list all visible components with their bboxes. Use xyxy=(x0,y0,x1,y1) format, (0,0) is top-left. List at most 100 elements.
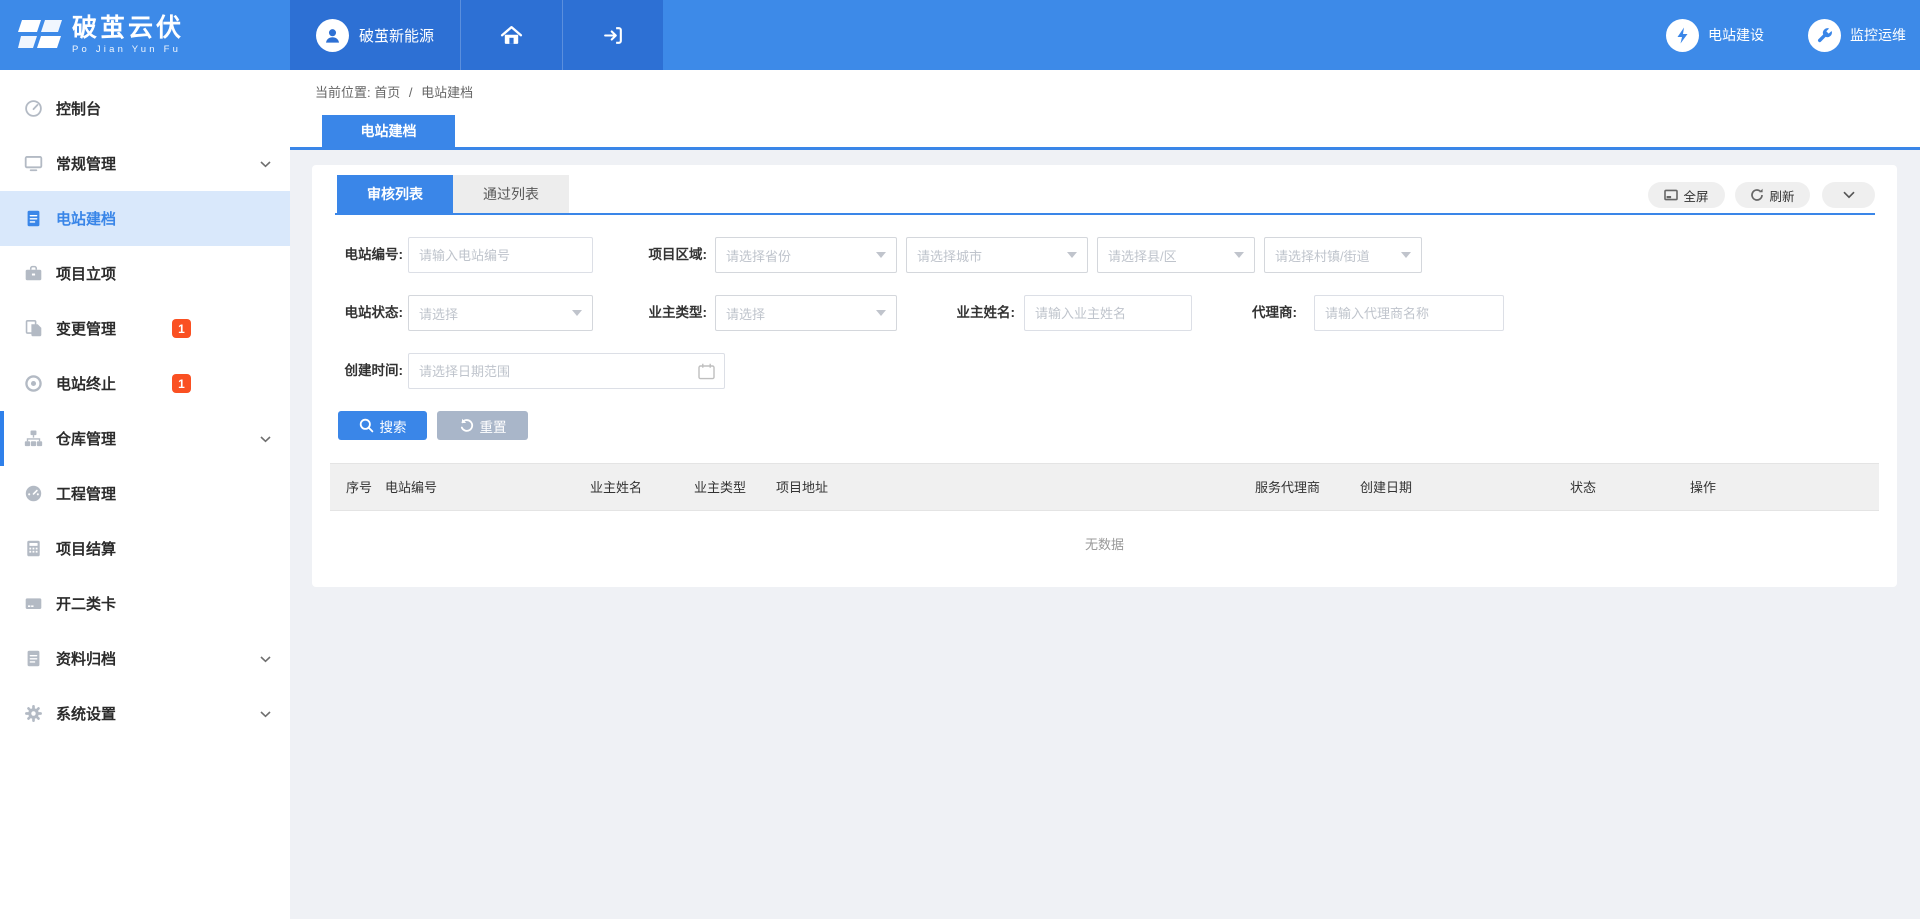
table-empty-state: 无数据 xyxy=(330,511,1879,575)
station-no-input[interactable] xyxy=(409,238,592,272)
breadcrumb-separator: / xyxy=(409,85,413,100)
module-label: 监控运维 xyxy=(1850,25,1906,45)
briefcase-icon xyxy=(24,264,43,283)
sidebar-item-general-mgmt[interactable]: 常规管理 xyxy=(0,136,290,191)
agent-field xyxy=(1314,295,1504,331)
module-label: 电站建设 xyxy=(1708,25,1764,45)
company-name: 破茧新能源 xyxy=(359,25,434,46)
col-owner-type: 业主类型 xyxy=(694,464,746,512)
sidebar-item-station-filing[interactable]: 电站建档 xyxy=(0,191,290,246)
col-create-date: 创建日期 xyxy=(1360,464,1412,512)
create-time-field xyxy=(408,353,725,389)
lightning-icon xyxy=(1666,19,1699,52)
avatar xyxy=(316,19,349,52)
search-button[interactable]: 搜索 xyxy=(338,411,427,440)
home-icon xyxy=(500,25,523,46)
col-address: 项目地址 xyxy=(776,464,828,512)
col-agent: 服务代理商 xyxy=(1255,464,1320,512)
tabs-underline xyxy=(335,213,1875,215)
sidebar-item-system-settings[interactable]: 系统设置 xyxy=(0,686,290,741)
document-icon xyxy=(24,209,43,228)
fullscreen-icon xyxy=(1664,189,1678,201)
sidebar-item-change-mgmt[interactable]: 变更管理 1 xyxy=(0,301,290,356)
col-status: 状态 xyxy=(1570,464,1596,512)
chevron-down-icon xyxy=(260,711,271,718)
app-header: 破茧云伏 Po Jian Yun Fu 破茧新能源 xyxy=(0,0,1920,70)
logo-title: 破茧云伏 xyxy=(72,15,184,41)
owner-type-select[interactable]: 请选择 xyxy=(715,295,897,331)
archive-icon xyxy=(24,649,43,668)
breadcrumb-prefix: 当前位置: xyxy=(315,85,371,100)
reset-icon xyxy=(459,418,474,433)
logout-button[interactable] xyxy=(562,0,663,70)
module-station-build[interactable]: 电站建设 xyxy=(1666,19,1764,52)
agent-input[interactable] xyxy=(1315,296,1503,330)
station-status-select[interactable]: 请选择 xyxy=(408,295,593,331)
pages-icon xyxy=(24,319,43,338)
owner-name-input[interactable] xyxy=(1025,296,1191,330)
owner-name-field xyxy=(1024,295,1192,331)
header-modules: 电站建设 监控运维 xyxy=(1666,0,1906,70)
sidebar-item-data-archive[interactable]: 资料归档 xyxy=(0,631,290,686)
sidebar-item-warehouse-mgmt[interactable]: 仓库管理 xyxy=(0,411,290,466)
sign-in-arrow-icon xyxy=(602,25,625,46)
sidebar-item-project-settlement[interactable]: 项目结算 xyxy=(0,521,290,576)
sidebar-item-project-setup[interactable]: 项目立项 xyxy=(0,246,290,301)
header-user-group: 破茧新能源 xyxy=(290,0,663,70)
logo-icon xyxy=(18,15,62,55)
sidebar-item-open-card[interactable]: 开二类卡 xyxy=(0,576,290,631)
breadcrumb: 当前位置: 首页 / 电站建档 xyxy=(315,80,473,106)
calculator-icon xyxy=(24,539,43,558)
caret-down-icon xyxy=(1234,252,1244,258)
sidebar-item-engineering-mgmt[interactable]: 工程管理 xyxy=(0,466,290,521)
col-owner-name: 业主姓名 xyxy=(590,464,642,512)
caret-down-icon xyxy=(876,252,886,258)
sitemap-icon xyxy=(24,429,43,448)
module-monitor-ops[interactable]: 监控运维 xyxy=(1808,19,1906,52)
collapse-filters-button[interactable] xyxy=(1822,182,1875,208)
village-select[interactable]: 请选择村镇/街道 xyxy=(1264,237,1422,273)
tab-passed-list[interactable]: 通过列表 xyxy=(453,175,569,213)
station-no-field xyxy=(408,237,593,273)
station-status-label: 电站状态: xyxy=(312,295,403,331)
logo-subtitle: Po Jian Yun Fu xyxy=(72,44,184,55)
target-icon xyxy=(24,374,43,393)
badge-count: 1 xyxy=(172,319,191,338)
col-station-no: 电站编号 xyxy=(385,464,437,512)
date-range-input[interactable] xyxy=(409,354,724,388)
caret-down-icon xyxy=(876,310,886,316)
sidebar-item-console[interactable]: 控制台 xyxy=(0,81,290,136)
county-select[interactable]: 请选择县/区 xyxy=(1097,237,1255,273)
card-icon xyxy=(24,594,43,613)
region-label: 项目区域: xyxy=(612,237,707,273)
monitor-icon xyxy=(24,154,43,173)
chevron-down-icon xyxy=(260,161,271,168)
chevron-down-icon xyxy=(260,656,271,663)
col-index: 序号 xyxy=(346,464,372,512)
caret-down-icon xyxy=(1067,252,1077,258)
chevron-down-icon xyxy=(1843,191,1855,199)
sidebar-item-station-terminate[interactable]: 电站终止 1 xyxy=(0,356,290,411)
owner-type-label: 业主类型: xyxy=(612,295,707,331)
calendar-icon xyxy=(698,363,715,380)
refresh-icon xyxy=(1750,188,1764,202)
user-menu[interactable]: 破茧新能源 xyxy=(290,0,460,70)
city-select[interactable]: 请选择城市 xyxy=(906,237,1088,273)
station-no-label: 电站编号: xyxy=(312,237,403,273)
wrench-icon xyxy=(1808,19,1841,52)
page-tab-station-filing[interactable]: 电站建档 xyxy=(322,115,455,147)
reset-button[interactable]: 重置 xyxy=(437,411,528,440)
gear-icon xyxy=(24,704,43,723)
refresh-button[interactable]: 刷新 xyxy=(1735,182,1810,208)
province-select[interactable]: 请选择省份 xyxy=(715,237,897,273)
owner-name-label: 业主姓名: xyxy=(920,295,1015,331)
badge-count: 1 xyxy=(172,374,191,393)
agent-label: 代理商: xyxy=(1202,295,1297,331)
gauge-icon xyxy=(24,99,43,118)
dashboard-icon xyxy=(24,484,43,503)
home-button[interactable] xyxy=(460,0,562,70)
breadcrumb-home-link[interactable]: 首页 xyxy=(374,85,400,100)
sidebar: 控制台 常规管理 电站建档 项目立项 变更管理 1 电站终止 1 xyxy=(0,70,290,919)
fullscreen-button[interactable]: 全屏 xyxy=(1648,182,1725,208)
tab-review-list[interactable]: 审核列表 xyxy=(337,175,453,213)
